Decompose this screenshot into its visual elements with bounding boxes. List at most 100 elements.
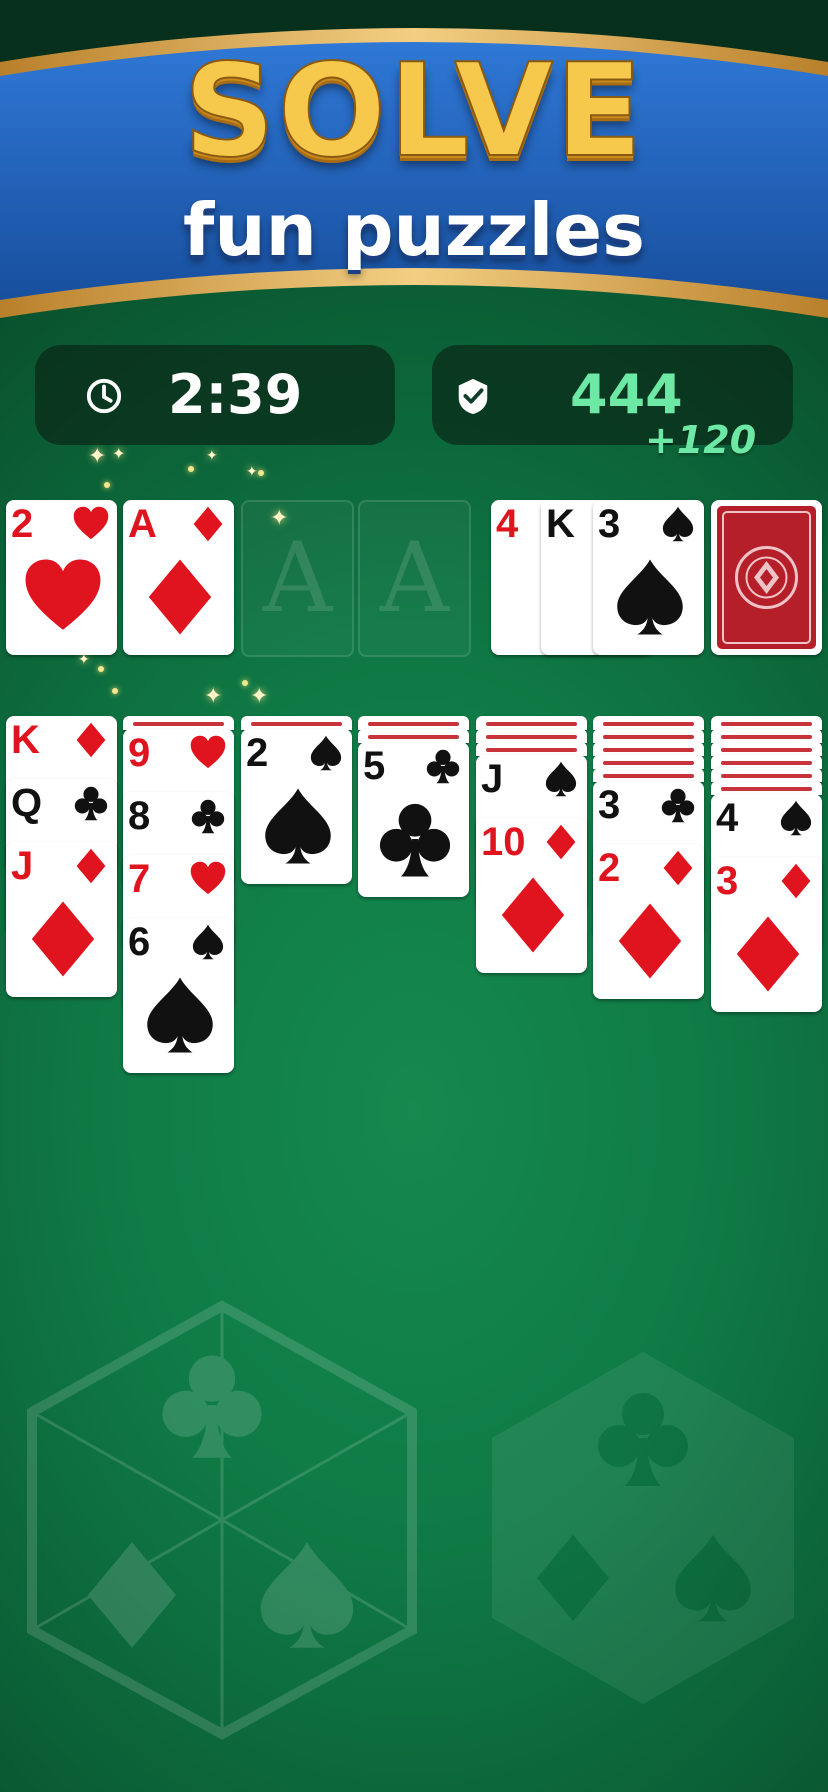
hearts-icon	[190, 735, 226, 771]
card-j-of-diamonds[interactable]: J	[6, 842, 117, 997]
diamonds-icon	[141, 558, 219, 636]
face-down-card	[593, 742, 704, 756]
card-rank: 9	[128, 731, 151, 775]
card-rank: 10	[481, 820, 526, 864]
face-down-card	[476, 742, 587, 756]
sparkle-dot	[112, 688, 118, 694]
card-back-emblem-icon	[722, 511, 811, 644]
card-rank: A	[128, 502, 157, 546]
face-down-card	[241, 716, 352, 730]
card-rank: 2	[11, 502, 34, 546]
card-rank: Q	[11, 781, 43, 825]
diamonds-icon	[660, 850, 696, 886]
diamonds-icon	[778, 863, 814, 899]
spades-icon	[308, 735, 344, 771]
sparkle-dot	[242, 680, 248, 686]
card-6-of-spades[interactable]: 6	[123, 918, 234, 1073]
decorative-cube-icon	[27, 1300, 417, 1740]
diamonds-icon	[611, 902, 689, 980]
spades-icon	[190, 924, 226, 960]
sparkle-dot	[104, 482, 110, 488]
diamonds-icon	[190, 506, 226, 542]
face-down-card	[711, 716, 822, 730]
spades-icon	[259, 787, 337, 865]
face-down-card	[711, 742, 822, 756]
card-rank: 6	[128, 920, 151, 964]
spades-icon	[543, 761, 579, 797]
foundation-slot[interactable]: A	[358, 500, 471, 657]
headline: SOLVE	[182, 37, 645, 186]
clubs-icon	[190, 798, 226, 834]
card-10-of-diamonds[interactable]: 10	[476, 818, 587, 973]
card-rank: K	[11, 718, 40, 762]
timer-panel: 2:39	[35, 345, 395, 445]
hearts-icon	[73, 506, 109, 542]
card-rank: 2	[246, 731, 269, 775]
face-down-card	[593, 729, 704, 743]
card-3-of-spades[interactable]: 3	[593, 500, 704, 655]
diamonds-icon	[729, 915, 807, 993]
diamonds-icon	[73, 722, 109, 758]
sparkle-icon: ✦	[78, 652, 90, 668]
decorative-cube-icon	[492, 1352, 794, 1704]
card-rank: K	[546, 502, 575, 546]
spades-icon	[660, 506, 696, 542]
diamonds-icon	[24, 900, 102, 978]
face-down-card	[711, 768, 822, 782]
card-rank: 5	[363, 744, 386, 788]
hearts-icon	[24, 558, 102, 636]
face-down-card	[358, 716, 469, 730]
card-a-of-diamonds[interactable]: A	[123, 500, 234, 655]
face-down-card	[358, 729, 469, 743]
score-bonus: +120	[645, 418, 757, 462]
face-down-card	[476, 716, 587, 730]
face-down-card	[711, 729, 822, 743]
card-2-of-hearts[interactable]: 2	[6, 500, 117, 655]
stock-pile[interactable]	[711, 500, 822, 655]
card-back	[717, 506, 816, 649]
sparkle-icon: ✦	[270, 506, 289, 531]
timer-value: 2:39	[168, 363, 303, 426]
sparkle-dot	[188, 466, 194, 472]
face-down-card	[476, 729, 587, 743]
card-rank: 2	[598, 846, 621, 890]
card-rank: J	[11, 844, 34, 888]
spades-icon	[141, 976, 219, 1054]
card-rank: 3	[598, 783, 621, 827]
card-5-of-clubs[interactable]: 5	[358, 742, 469, 897]
sparkle-icon: ✦	[206, 448, 218, 464]
diamonds-icon	[73, 848, 109, 884]
face-down-card	[593, 768, 704, 782]
sparkle-icon: ✦	[246, 464, 258, 480]
card-2-of-spades[interactable]: 2	[241, 729, 352, 884]
face-down-card	[711, 755, 822, 769]
card-rank: 3	[716, 859, 739, 903]
clubs-icon	[660, 787, 696, 823]
subheadline: fun puzzles	[183, 188, 645, 272]
foundation-slot[interactable]: A	[241, 500, 354, 657]
spades-icon	[778, 800, 814, 836]
diamonds-icon	[494, 876, 572, 954]
card-rank: 4	[716, 796, 739, 840]
clock-icon	[86, 378, 122, 414]
card-2-of-diamonds[interactable]: 2	[593, 844, 704, 999]
promo-banner: SOLVE fun puzzles	[0, 0, 828, 360]
sparkle-icon: ✦	[204, 684, 223, 709]
hearts-icon	[190, 861, 226, 897]
card-rank: J	[481, 757, 504, 801]
face-down-card	[711, 781, 822, 795]
sparkle-icon: ✦	[112, 444, 126, 463]
clubs-icon	[425, 748, 461, 784]
sparkle-icon: ✦	[250, 684, 269, 709]
face-down-card	[593, 716, 704, 730]
clubs-icon	[73, 785, 109, 821]
check-badge-icon	[458, 378, 488, 415]
sparkle-icon: ✦	[88, 444, 107, 469]
card-rank: 8	[128, 794, 151, 838]
face-down-card	[123, 716, 234, 730]
clubs-icon	[376, 800, 454, 878]
card-rank: 7	[128, 857, 151, 901]
face-down-card	[593, 755, 704, 769]
card-3-of-diamonds[interactable]: 3	[711, 857, 822, 1012]
sparkle-dot	[258, 470, 264, 476]
